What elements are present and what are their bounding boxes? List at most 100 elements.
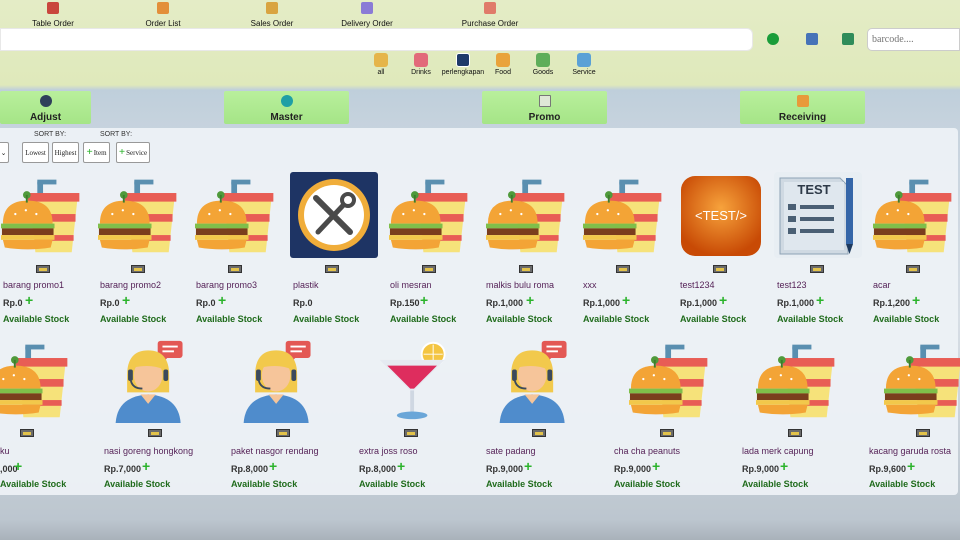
product-price: Rp.9,600 xyxy=(869,464,907,474)
add-to-cart-icon[interactable]: + xyxy=(912,293,920,307)
add-to-cart-icon[interactable]: + xyxy=(218,293,226,307)
product-name: malkis bulu roma xyxy=(486,280,555,290)
add-to-cart-icon[interactable]: + xyxy=(622,293,630,307)
stock-status: Available Stock xyxy=(104,479,171,489)
category-filter: all Drinks perlengkapan Food Goods Servi… xyxy=(0,53,960,79)
barcode-input[interactable] xyxy=(867,28,960,51)
add-to-cart-icon[interactable]: + xyxy=(397,459,405,473)
add-to-cart-icon[interactable]: + xyxy=(780,459,788,473)
warehouse-icon xyxy=(20,429,34,437)
receiving-label: Receiving xyxy=(778,112,827,123)
category-service[interactable]: Service xyxy=(562,53,606,76)
add-to-cart-icon[interactable]: + xyxy=(652,459,660,473)
product-name: sate padang xyxy=(486,446,536,456)
notebook-icon[interactable] xyxy=(842,33,854,45)
burger-combo-image xyxy=(628,337,716,423)
master-button[interactable]: Master xyxy=(224,91,349,124)
top-navigation: Table Order Order List Sales Order Deliv… xyxy=(0,0,960,30)
stock-status: Available Stock xyxy=(742,479,809,489)
master-label: Master xyxy=(270,112,303,123)
add-to-cart-icon[interactable]: + xyxy=(14,459,22,473)
product-name: xxx xyxy=(583,280,597,290)
sort-lowest-button[interactable]: Lowest xyxy=(22,142,49,163)
nav-purchase-order[interactable]: Purchase Order xyxy=(435,2,545,28)
search-input[interactable] xyxy=(0,28,753,51)
add-to-cart-icon[interactable]: + xyxy=(907,459,915,473)
warehouse-icon xyxy=(788,429,802,437)
product-price: Rp.0 xyxy=(293,298,313,308)
product-price: Rp.1,200 xyxy=(873,298,911,308)
warehouse-icon xyxy=(532,429,546,437)
nav-label: Delivery Order xyxy=(341,19,393,28)
category-label: perlengkapan xyxy=(441,69,485,76)
svg-text:<TEST/>: <TEST/> xyxy=(695,208,747,223)
add-to-cart-icon[interactable]: + xyxy=(420,293,428,307)
nav-label: Purchase Order xyxy=(461,19,519,28)
product-name: barang promo3 xyxy=(196,280,258,290)
add-item-button[interactable]: +Item xyxy=(83,142,110,163)
category-perlengkapan[interactable]: perlengkapan xyxy=(441,53,485,76)
add-to-cart-icon[interactable]: + xyxy=(526,293,534,307)
nav-delivery-order[interactable]: Delivery Order xyxy=(312,2,422,28)
nav-label: Order List xyxy=(145,19,181,28)
category-all[interactable]: all xyxy=(359,53,403,76)
add-item-label: Item xyxy=(93,149,107,157)
add-to-cart-icon[interactable]: + xyxy=(25,293,33,307)
warehouse-icon xyxy=(616,265,630,273)
sort-highest-button[interactable]: Highest xyxy=(52,142,79,163)
warehouse-icon xyxy=(810,265,824,273)
burger-combo-image xyxy=(0,337,76,423)
drinks-icon xyxy=(414,53,428,67)
promo-label: Promo xyxy=(528,112,561,123)
product-price: Rp.150 xyxy=(390,298,420,308)
delivery-order-icon xyxy=(361,2,373,14)
product-price: Rp.8,000 xyxy=(359,464,397,474)
warehouse-icon xyxy=(713,265,727,273)
calculator-icon[interactable] xyxy=(806,33,818,45)
sales-order-icon xyxy=(266,2,278,14)
promo-button[interactable]: Promo xyxy=(482,91,607,124)
burger-combo-image xyxy=(582,172,670,258)
add-to-cart-icon[interactable]: + xyxy=(269,459,277,473)
category-goods[interactable]: Goods xyxy=(521,53,565,76)
tools-icon xyxy=(456,53,470,67)
product-name: oli mesran xyxy=(390,280,432,290)
svg-text:TEST: TEST xyxy=(797,182,830,197)
add-to-cart-icon[interactable]: + xyxy=(142,459,150,473)
plus-icon: + xyxy=(86,146,93,158)
add-to-cart-icon[interactable]: + xyxy=(816,293,824,307)
product-price: Rp.9,000 xyxy=(742,464,780,474)
warehouse-icon xyxy=(325,265,339,273)
receiving-button[interactable]: Receiving xyxy=(740,91,865,124)
warehouse-icon xyxy=(276,429,290,437)
product-name: barang promo2 xyxy=(100,280,162,290)
category-drinks[interactable]: Drinks xyxy=(399,53,443,76)
nav-sales-order[interactable]: Sales Order xyxy=(217,2,327,28)
stock-status: Available Stock xyxy=(777,314,844,324)
product-price: Rp.1,000 xyxy=(777,298,815,308)
stock-status: Available Stock xyxy=(873,314,940,324)
add-to-cart-icon[interactable]: + xyxy=(122,293,130,307)
add-service-button[interactable]: +Service xyxy=(116,142,150,163)
search-icon[interactable] xyxy=(767,33,779,45)
nav-order-list[interactable]: Order List xyxy=(108,2,218,28)
receiving-icon xyxy=(796,95,809,107)
product-name: acar xyxy=(873,280,891,290)
master-icon xyxy=(280,95,293,107)
warehouse-icon xyxy=(519,265,533,273)
product-name: nasi goreng hongkong xyxy=(104,446,194,456)
warehouse-icon xyxy=(916,429,930,437)
product-price: Rp.1,000 xyxy=(680,298,718,308)
tools-image xyxy=(290,172,378,258)
add-to-cart-icon[interactable]: + xyxy=(524,459,532,473)
nav-table-order[interactable]: Table Order xyxy=(0,2,108,28)
warehouse-icon xyxy=(660,429,674,437)
sort-highest-label: Highest xyxy=(54,149,77,157)
adjust-label: Adjust xyxy=(29,112,62,123)
add-to-cart-icon[interactable]: + xyxy=(719,293,727,307)
adjust-button[interactable]: Adjust xyxy=(0,91,91,124)
sort-dropdown[interactable]: ⌄ xyxy=(0,142,9,163)
category-label: all xyxy=(377,69,385,76)
warehouse-icon xyxy=(404,429,418,437)
category-food[interactable]: Food xyxy=(481,53,525,76)
